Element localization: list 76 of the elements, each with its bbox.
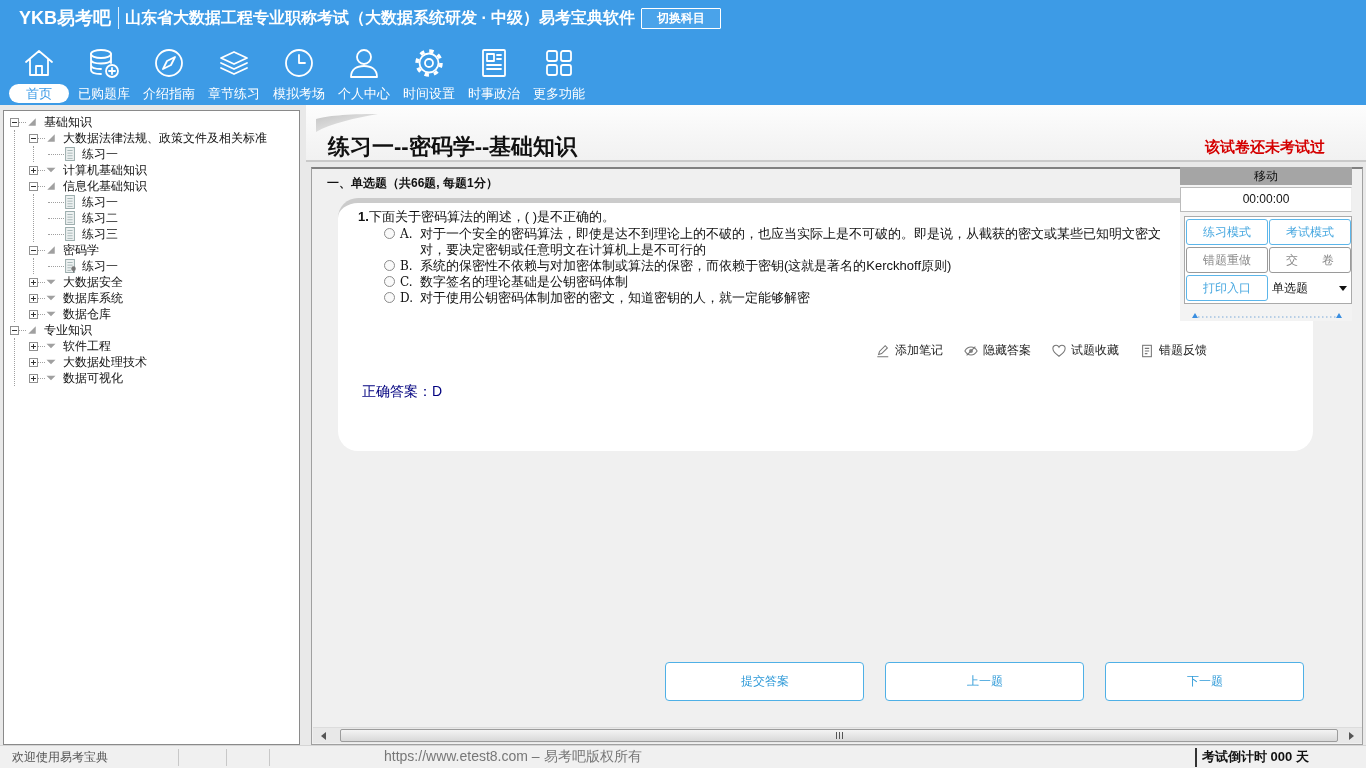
clock-icon[interactable] [282,47,315,79]
radio-button[interactable] [384,276,395,287]
tree-item[interactable]: 练习二 [82,209,118,227]
tree-item[interactable]: 数据仓库 [63,305,111,323]
tree-item[interactable]: 大数据处理技术 [63,353,147,371]
collapse-icon[interactable] [10,117,19,127]
option-letter: D. [400,290,414,306]
collapse-icon[interactable] [29,245,38,255]
scrollbar-thumb[interactable] [340,729,1338,742]
welcome-text: 欢迎使用易考宝典 [11,748,109,766]
collapse-icon[interactable] [29,181,38,191]
collapse-icon[interactable] [29,133,38,143]
splitter-icon[interactable] [1192,312,1342,318]
tree-item[interactable]: 练习一 [82,257,118,275]
document-icon [1140,343,1154,358]
panel-drag-handle[interactable]: 移动 [1180,167,1352,185]
tree-item[interactable]: 专业知识 [44,321,92,339]
scroll-left-icon[interactable] [320,731,327,740]
scroll-right-icon[interactable] [1348,731,1355,740]
exam-countdown: 考试倒计时 000 天 [1201,748,1310,766]
option-text: 对于使用公钥密码体制加密的密文，知道密钥的人，就一定能够解密 [420,290,810,306]
page-curl-icon [316,114,378,132]
heart-icon [1052,343,1066,358]
expand-icon[interactable] [29,309,38,319]
caret-icon [1339,285,1347,291]
section-heading: 一、单选题（共66题, 每题1分） [326,175,498,191]
tree-item[interactable]: 信息化基础知识 [63,177,147,195]
horizontal-scrollbar[interactable] [313,727,1362,743]
gear-icon[interactable] [412,47,445,79]
compass-icon[interactable] [152,47,185,79]
person-icon[interactable] [347,47,380,79]
tree-item[interactable]: 练习三 [82,225,118,243]
add-note-button[interactable]: 添加笔记 [876,342,943,359]
option-text: 系统的保密性不依赖与对加密体制或算法的保密，而依赖于密钥(这就是著名的Kerckhoff原则) [420,258,952,274]
app-title: 山东省大数据工程专业职称考试（大数据系统研发 · 中级）易考宝典软件 [125,7,636,28]
expand-icon[interactable] [29,341,38,351]
hide-answer-button[interactable]: 隐藏答案 [964,342,1031,359]
grip-icon [835,732,843,739]
expand-icon[interactable] [29,293,38,303]
tree-item[interactable]: 大数据安全 [63,273,123,291]
tree-item[interactable]: 基础知识 [44,113,92,131]
exercise-title: 练习一--密码学--基础知识 [328,134,578,160]
radio-button[interactable] [384,292,395,303]
tree-item[interactable]: 大数据法律法规、政策文件及相关标准 [63,129,267,147]
copyright-text: https://www.etest8.com – 易考吧版权所有 [384,748,642,766]
option-letter: C. [400,274,414,290]
database-plus-icon[interactable] [87,47,120,79]
correct-answer-text: 正确答案：D [362,383,443,401]
home-icon[interactable] [22,47,55,79]
tree-item[interactable]: 练习一 [82,193,118,211]
question-number: 1. [358,208,369,226]
collapse-icon[interactable] [10,325,19,335]
expand-icon[interactable] [29,277,38,287]
app-logo: YKB易考吧 [19,7,111,30]
favorite-button[interactable]: 试题收藏 [1052,342,1119,359]
radio-button[interactable] [384,260,395,271]
eye-slash-icon [964,343,978,358]
tree-item[interactable]: 数据库系统 [63,289,123,307]
exam-status-text: 该试卷还未考试过 [1205,138,1325,157]
tree-item[interactable]: 计算机基础知识 [63,161,147,179]
radio-button[interactable] [384,228,395,239]
question-text: 下面关于密码算法的阐述，( )是不正确的。 [368,208,616,226]
tree-item[interactable]: 密码学 [63,241,99,259]
option-letter: A. [400,226,414,242]
expand-icon[interactable] [29,373,38,383]
expand-icon[interactable] [29,357,38,367]
report-error-button[interactable]: 错题反馈 [1140,342,1207,359]
pencil-icon [876,343,890,358]
tree-item[interactable]: 软件工程 [63,337,111,355]
option-text: 数字签名的理论基础是公钥密码体制 [420,274,628,290]
expand-icon[interactable] [29,165,38,175]
option-text: 对于一个安全的密码算法，即使是达不到理论上的不破的，也应当实际上是不可破的。即是说，从截获的密文或某些已知明文密文对，要决定密钥或任意明文在计算机上是不可行的 [420,226,1162,258]
timer-display: 00:00:00 [1180,187,1352,212]
option-letter: B. [400,258,414,274]
tree-item[interactable]: 数据可视化 [63,369,123,387]
tree-item[interactable]: 练习一 [82,145,118,163]
